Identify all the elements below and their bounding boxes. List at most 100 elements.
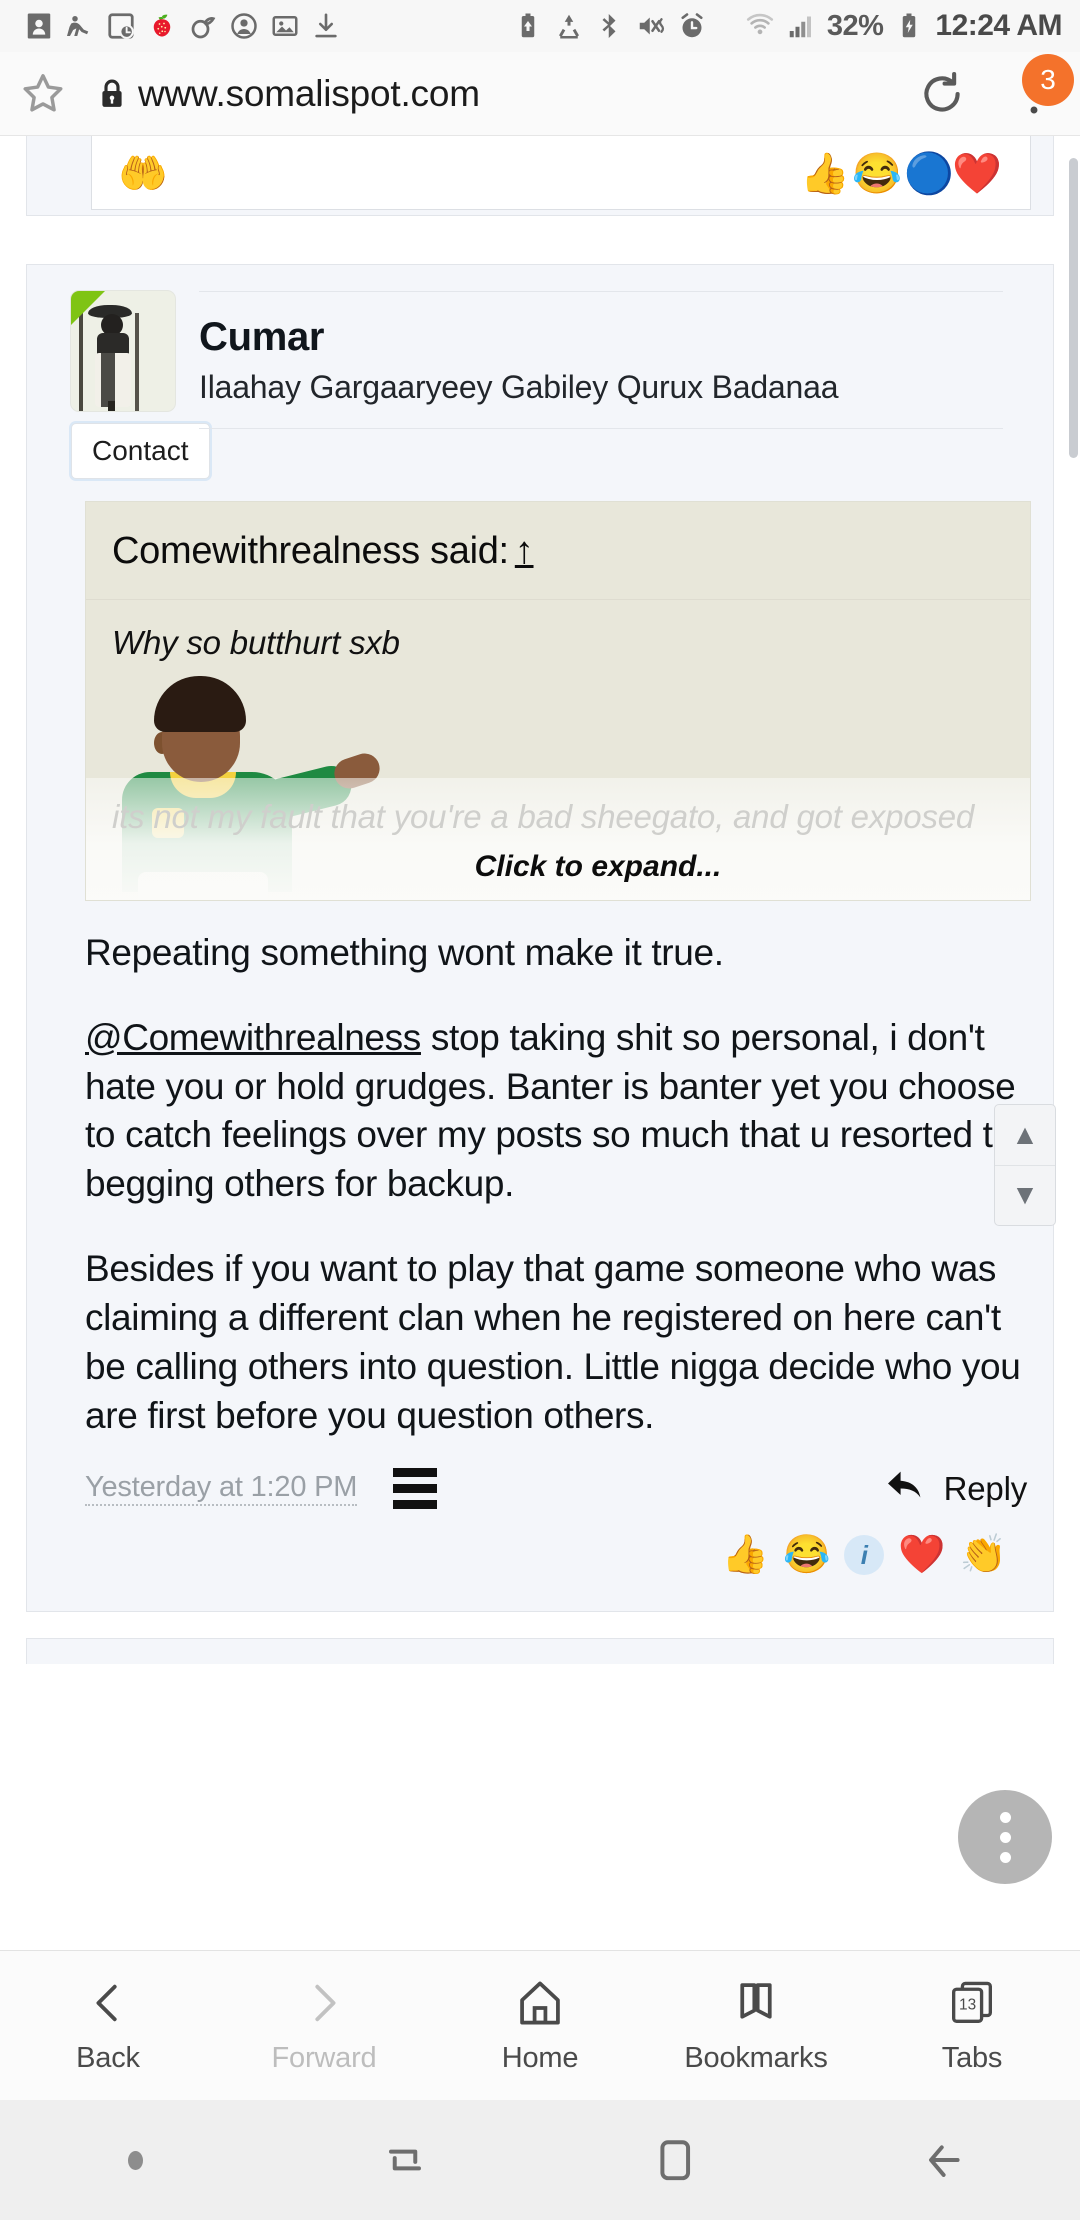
hand-emoji: 🤲	[118, 152, 168, 196]
wifi-icon	[745, 11, 775, 41]
nav-forward-label: Forward	[271, 2042, 377, 2074]
strawberry-icon	[147, 11, 177, 41]
tabs-icon: 13	[947, 1976, 997, 2030]
nav-back-label: Back	[76, 2042, 140, 2074]
previous-post-clipped[interactable]: 🤲 👍 😂 🔵 ❤️	[26, 136, 1054, 216]
mute-vibrate-icon	[636, 11, 666, 41]
post-paragraph-2: @Comewithrealness stop taking shit so pe…	[85, 1014, 1027, 1209]
quote-text-line: Why so butthurt sxb	[112, 624, 400, 661]
user-mention-link[interactable]: @Comewithrealness	[85, 1017, 421, 1058]
system-nav-bar[interactable]	[0, 2100, 1080, 2220]
alarm-icon	[677, 11, 707, 41]
bluetooth-icon	[595, 11, 625, 41]
quote-block[interactable]: Comewithrealness said: ↑ Why so butthurt …	[85, 501, 1031, 901]
recents-button[interactable]	[270, 2132, 540, 2188]
scroll-pad[interactable]: ▲ ▼	[994, 1104, 1056, 1226]
post-spacer	[0, 216, 1080, 264]
previous-post-inner: 🤲 👍 😂 🔵 ❤️	[91, 136, 1031, 210]
step-tracker-icon	[65, 11, 95, 41]
nav-bookmarks-label: Bookmarks	[684, 2042, 828, 2074]
nav-forward-button[interactable]: Forward	[216, 1976, 432, 2075]
account-icon	[229, 11, 259, 41]
reply-arrow-icon	[884, 1468, 928, 1509]
page-scrollbar[interactable]	[1069, 158, 1078, 458]
browser-address-bar[interactable]: www.somalispot.com 3	[0, 52, 1080, 136]
thumbs-up-reaction: 👍	[800, 152, 850, 196]
reply-button[interactable]: Reply	[884, 1468, 1027, 1509]
battery-percent: 32%	[826, 9, 884, 42]
sleep-tracker-icon	[188, 11, 218, 41]
informative-reaction: 🔵	[904, 152, 954, 196]
post-reactions[interactable]: 👍 😂 i ❤️ 👏	[27, 1509, 1053, 1611]
book-icon	[731, 1976, 781, 2030]
nav-bookmarks-button[interactable]: Bookmarks	[648, 1976, 864, 2075]
post-body: Repeating something wont make it true. @…	[27, 901, 1053, 1440]
gallery-icon	[270, 11, 300, 41]
svg-text:13: 13	[959, 1996, 976, 2013]
screen-timer-icon	[106, 11, 136, 41]
nav-tabs-label: Tabs	[941, 2042, 1003, 2074]
status-bar-left-icons	[0, 11, 341, 41]
home-button[interactable]	[540, 2132, 810, 2188]
laughing-reaction[interactable]: 😂	[783, 1533, 830, 1577]
contact-button[interactable]: Contact	[71, 423, 210, 479]
floating-menu-button[interactable]	[958, 1790, 1052, 1884]
chevron-right-icon	[301, 1976, 347, 2030]
nav-tabs-button[interactable]: 13 Tabs	[864, 1976, 1080, 2075]
data-saver-icon	[554, 11, 584, 41]
scroll-down-button[interactable]: ▼	[995, 1166, 1055, 1226]
header-divider-top	[199, 291, 1003, 292]
informative-reaction[interactable]: i	[844, 1535, 885, 1576]
post-author-title: Ilaahay Gargaaryeey Gabiley Qurux Badana…	[199, 369, 839, 405]
clap-reaction[interactable]: 👏	[960, 1533, 1007, 1577]
avatar-column: Contact	[49, 291, 210, 479]
status-bar-right-icons: 32% 12:24 AM	[513, 9, 1080, 43]
online-flag-icon	[71, 291, 105, 325]
status-bar: 32% 12:24 AM	[0, 0, 1080, 52]
quote-hidden-text: its not my fault that you're a bad sheeg…	[112, 798, 975, 835]
post-author-name[interactable]: Cumar	[199, 314, 1003, 360]
prayer-times-icon	[24, 11, 54, 41]
home-icon	[515, 1976, 565, 2030]
post-menu-icon[interactable]	[393, 1468, 438, 1510]
status-clock: 12:24 AM	[935, 9, 1062, 42]
tab-count-badge[interactable]: 3	[1022, 53, 1074, 106]
post-timestamp[interactable]: Yesterday at 1:20 PM	[85, 1471, 357, 1507]
url-text[interactable]: www.somalispot.com	[138, 73, 896, 115]
signal-icon	[786, 11, 816, 41]
post-footer: Yesterday at 1:20 PM Reply	[27, 1440, 1053, 1510]
chevron-left-icon	[85, 1976, 131, 2030]
download-icon	[311, 11, 341, 41]
forum-post[interactable]: Contact Cumar Ilaahay Gargaaryeey Gabile…	[26, 264, 1054, 1613]
next-post-clipped[interactable]	[26, 1638, 1054, 1665]
name-column: Cumar Ilaahay Gargaaryeey Gabiley Qurux …	[199, 291, 1031, 479]
quote-body: Why so butthurt sxb its not my fault tha…	[86, 600, 1030, 900]
thumbs-up-reaction[interactable]: 👍	[722, 1533, 769, 1577]
post-header: Contact Cumar Ilaahay Gargaaryeey Gabile…	[27, 265, 1053, 479]
click-to-expand-label[interactable]: Click to expand...	[86, 850, 1030, 884]
notification-dot	[0, 2150, 270, 2170]
page-content[interactable]: 🤲 👍 😂 🔵 ❤️ Contact Cumar Ilaahay Gargaar…	[0, 136, 1080, 1950]
post-paragraph-1: Repeating something wont make it true.	[85, 932, 724, 973]
back-button[interactable]	[810, 2132, 1080, 2188]
reload-icon[interactable]	[896, 68, 988, 120]
nav-back-button[interactable]: Back	[0, 1976, 216, 2075]
love-reaction: ❤️	[952, 152, 1002, 196]
header-divider-bottom	[199, 428, 1003, 430]
secure-lock-icon	[86, 76, 138, 112]
love-reaction[interactable]: ❤️	[898, 1533, 945, 1577]
browser-nav-bar[interactable]: Back Forward Home Bookmarks 13 Tabs	[0, 1950, 1080, 2100]
user-avatar[interactable]	[71, 291, 175, 411]
post-paragraph-3: Besides if you want to play that game so…	[85, 1248, 1021, 1436]
nav-home-button[interactable]: Home	[432, 1976, 648, 2075]
quote-attribution[interactable]: Comewithrealness said: ↑	[86, 502, 1030, 600]
power-saving-icon	[513, 11, 543, 41]
overflow-menu-icon[interactable]: 3	[988, 53, 1080, 118]
scroll-up-button[interactable]: ▲	[995, 1105, 1055, 1166]
charging-battery-icon	[894, 11, 924, 41]
reply-label: Reply	[943, 1469, 1028, 1507]
jump-to-post-icon[interactable]: ↑	[515, 530, 534, 573]
laughing-reaction: 😂	[852, 152, 902, 196]
bookmark-star-icon[interactable]	[0, 68, 86, 120]
nav-home-label: Home	[501, 2042, 579, 2074]
